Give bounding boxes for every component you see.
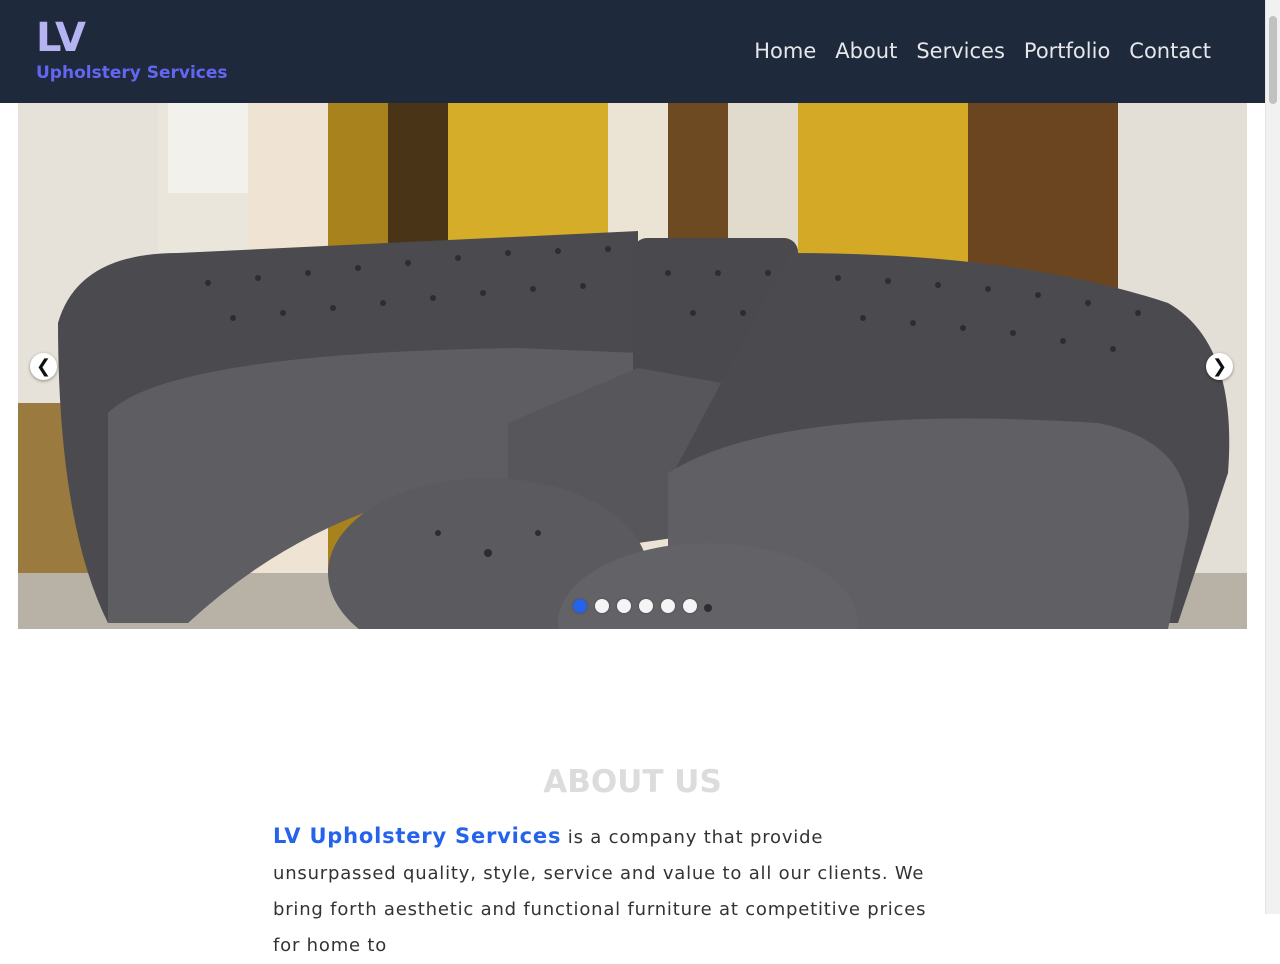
carousel-dot-3[interactable] xyxy=(617,599,631,613)
main-nav: Home About Services Portfolio Contact xyxy=(754,36,1211,66)
scrollbar-thumb[interactable] xyxy=(1269,16,1277,104)
nav-contact[interactable]: Contact xyxy=(1129,36,1211,66)
nav-about[interactable]: About xyxy=(835,36,897,66)
carousel-dot-6[interactable] xyxy=(683,599,697,613)
nav-services[interactable]: Services xyxy=(916,36,1005,66)
about-company-name: LV Upholstery Services xyxy=(273,824,562,848)
about-title: ABOUT US xyxy=(543,764,722,800)
hero-carousel: ❮ ❯ xyxy=(18,103,1247,629)
brand-subtitle[interactable]: Upholstery Services xyxy=(36,62,228,84)
sofa-slide-image xyxy=(18,103,1247,629)
carousel-next-button[interactable]: ❯ xyxy=(1206,353,1233,380)
carousel-indicators xyxy=(573,599,697,613)
vertical-scrollbar[interactable] xyxy=(1265,0,1280,914)
navbar: LV Upholstery Services Home About Servic… xyxy=(0,0,1265,103)
nav-portfolio[interactable]: Portfolio xyxy=(1024,36,1110,66)
brand-logo[interactable]: LV xyxy=(36,14,86,62)
carousel-dot-1[interactable] xyxy=(573,599,587,613)
carousel-dot-2[interactable] xyxy=(595,599,609,613)
about-paragraph: LV Upholstery Services is a company that… xyxy=(273,818,953,964)
carousel-dot-4[interactable] xyxy=(639,599,653,613)
carousel-dot-5[interactable] xyxy=(661,599,675,613)
carousel-prev-button[interactable]: ❮ xyxy=(30,353,57,380)
nav-home[interactable]: Home xyxy=(754,36,816,66)
